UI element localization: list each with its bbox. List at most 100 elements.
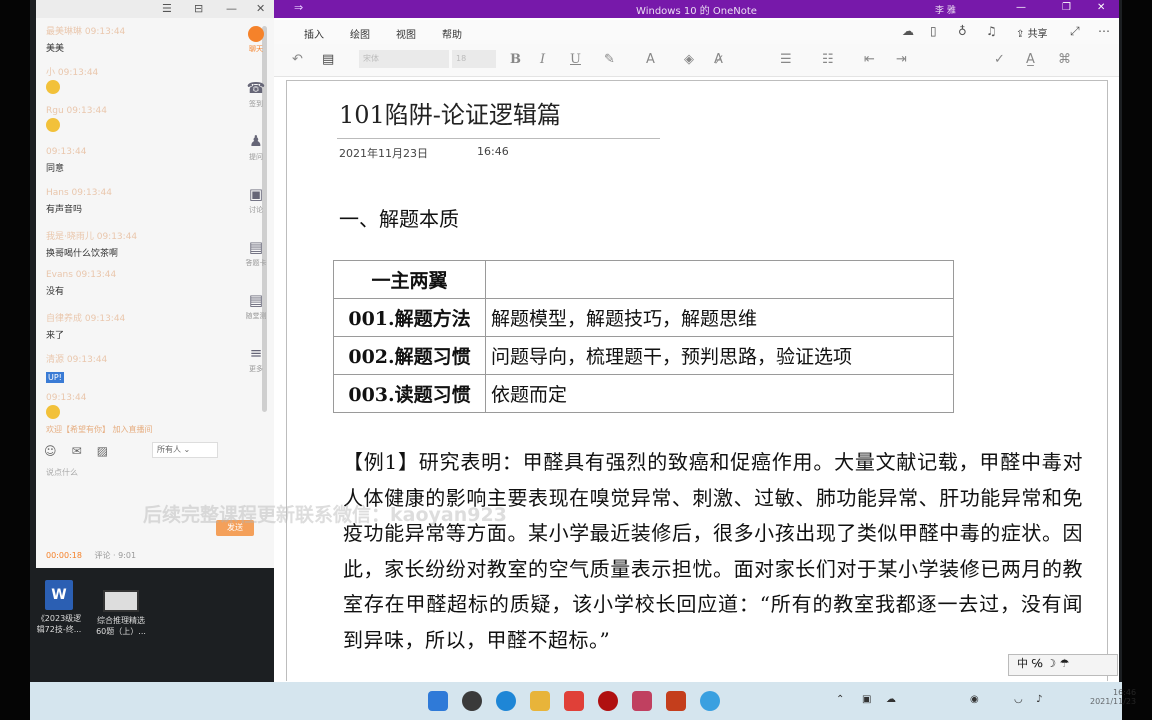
chat-message: Evans 09:13:44 没有 (46, 270, 226, 311)
rail-item[interactable]: ▤ 随堂测 (236, 291, 276, 338)
share-button[interactable]: ⇪ 共享 (1016, 25, 1048, 40)
expand-icon[interactable]: ⤢ (1070, 24, 1080, 39)
minimize-button[interactable]: — (1016, 2, 1026, 13)
bell-icon[interactable]: ♫ (986, 24, 997, 38)
undo-icon[interactable]: ↶ (292, 52, 303, 67)
chat-text: 同意 (46, 164, 65, 174)
edge-icon[interactable] (496, 691, 516, 711)
chat-text: 有声音吗 (46, 205, 83, 215)
tray-app-icon[interactable]: ▣ (862, 694, 871, 705)
tab-help[interactable]: 帮助 (442, 26, 462, 41)
rail-item[interactable]: ☎ 签到 (236, 79, 276, 126)
font-size-box[interactable]: 18 (452, 50, 496, 68)
tag-icon[interactable]: ✓ (994, 52, 1005, 67)
rail-item-label: 更多 (249, 365, 263, 373)
notebook-icon[interactable]: ▯ (930, 24, 937, 38)
close-button[interactable]: ✕ (1097, 2, 1105, 13)
image-icon[interactable]: ▨ (97, 444, 108, 458)
chat-input[interactable]: 说点什么 (46, 467, 78, 478)
clock[interactable]: 16:46 2021/11/23 (1090, 688, 1136, 706)
menu-icon[interactable]: ☰ (162, 2, 172, 15)
table-value-cell[interactable]: 解题模型，解题技巧，解题思维 (485, 298, 954, 337)
font-color-icon[interactable]: A (646, 52, 655, 67)
table-key-cell[interactable]: 002.解题习惯 (333, 336, 486, 375)
desktop-icon-video[interactable]: 综合推理精选 60题（上）... (84, 590, 158, 637)
watermark-text: 后续完整课程更新联系微信：kaoyan923 (143, 504, 507, 526)
rail-item[interactable]: ≡ 更多 (236, 344, 276, 391)
section-heading[interactable]: 一、解题本质 (339, 203, 459, 232)
table-value-cell[interactable]: 依题而定 (485, 374, 954, 413)
table-key-cell[interactable]: 003.读题习惯 (333, 374, 486, 413)
attach-icon[interactable]: ⌘ (1058, 52, 1071, 67)
bullet-list-icon[interactable]: ☰ (780, 52, 792, 67)
chat-sender: 最美琳琳 09:13:44 (46, 27, 126, 37)
tray-onedrive-icon[interactable]: ☁ (886, 694, 896, 705)
rail-item[interactable]: ▤ 答题卡 (236, 238, 276, 285)
ime-toolbar[interactable]: 中 ℅ ☽ ☂ (1008, 654, 1118, 676)
maximize-button[interactable]: ❐ (1062, 2, 1071, 13)
bold-icon[interactable]: B (510, 52, 521, 67)
phone-icon: ☎ (246, 79, 266, 97)
lightbulb-icon[interactable]: ♁ (958, 24, 967, 38)
summary-table[interactable]: 一主两翼 001.解题方法 解题模型，解题技巧，解题思维 002.解题习惯 问题导向，梳… (333, 260, 954, 413)
highlight-icon[interactable]: ✎ (604, 52, 615, 67)
paste-icon[interactable]: ▤ (322, 52, 334, 67)
user-name[interactable]: 李 雅 (935, 3, 956, 16)
more-options-icon[interactable]: ⋯ (1098, 24, 1110, 38)
window-title: Windows 10 的 OneNote (636, 6, 757, 17)
table-row: 一主两翼 (333, 260, 954, 299)
search-icon[interactable] (462, 691, 482, 711)
table-key-cell[interactable]: 001.解题方法 (333, 298, 486, 337)
chat-message: 清源 09:13:44 UP! (46, 352, 226, 393)
word-file-icon: W (45, 580, 73, 610)
underline-icon[interactable]: U (570, 52, 581, 67)
ribbon-toolbar: ↶ ▤ 宋体 18 B I U ✎ A ◈ A̷ ☰ ☷ ⇤ ⇥ ✓ A̲ ⌘ (274, 44, 1119, 77)
chat-message-list: 最美琳琳 09:13:44 美美小 09:13:44 Rgu 09:13:44 09:… (46, 24, 226, 434)
record-icon[interactable] (598, 691, 618, 711)
sync-icon[interactable]: ☁ (902, 24, 914, 38)
tab-view[interactable]: 视图 (396, 26, 416, 41)
table-value-cell[interactable] (485, 260, 954, 299)
chat-sender: Rgu 09:13:44 (46, 106, 107, 116)
live-timer: 00:00:18 (46, 551, 82, 560)
outdent-icon[interactable]: ⇤ (864, 52, 875, 67)
note-page[interactable]: 101陷阱-论证逻辑篇 2021年11月23日 16:46 一、解题本质 一主两… (286, 80, 1108, 681)
recipient-select[interactable]: 所有人 ⌄ (152, 442, 218, 458)
restore-icon[interactable]: ⊟ (194, 2, 203, 15)
emoji-sticker-icon (46, 80, 60, 94)
numbered-list-icon[interactable]: ☷ (822, 52, 834, 67)
tray-up-icon[interactable]: ⌃ (836, 694, 844, 705)
chat-sender: 09:13:44 (46, 393, 87, 403)
tray-app2-icon[interactable]: ◉ (970, 694, 979, 705)
volume-icon[interactable]: ♪ (1036, 694, 1042, 705)
start-icon[interactable] (428, 691, 448, 711)
tab-insert[interactable]: 插入 (304, 26, 324, 41)
media-icon[interactable] (632, 691, 652, 711)
minimize-icon[interactable]: — (226, 2, 237, 15)
office-icon[interactable] (666, 691, 686, 711)
spell-icon[interactable]: A̲ (1026, 52, 1035, 67)
rail-item[interactable]: ♟ 提问 (236, 132, 276, 179)
tab-draw[interactable]: 绘图 (350, 26, 370, 41)
emoji-icon[interactable]: ☺ (44, 444, 57, 458)
app-icon[interactable] (564, 691, 584, 711)
example-paragraph[interactable]: 【例1】研究表明：甲醛具有强烈的致癌和促癌作用。大量文献记载，甲醛中毒对人体健康… (343, 445, 1083, 658)
rail-item[interactable]: 聊天 (236, 26, 276, 73)
page-title[interactable]: 101陷阱-论证逻辑篇 (339, 95, 561, 130)
chat-sender: Hans 09:13:44 (46, 188, 112, 198)
table-value-cell[interactable]: 问题导向，梳理题干，预判思路，验证选项 (485, 336, 954, 375)
clear-format-icon[interactable]: A̷ (714, 52, 723, 67)
eraser-icon[interactable]: ◈ (684, 52, 694, 67)
comment-icon[interactable]: ✉ (72, 444, 82, 458)
italic-icon[interactable]: I (540, 52, 545, 67)
chat-message: 我是·晓雨儿 09:13:44 换哥喝什么饮茶啊 (46, 229, 226, 270)
wifi-icon[interactable]: ◡ (1014, 694, 1023, 705)
indent-icon[interactable]: ⇥ (896, 52, 907, 67)
file-explorer-icon[interactable] (530, 691, 550, 711)
table-key-cell[interactable]: 一主两翼 (333, 260, 486, 299)
close-icon[interactable]: ✕ (256, 2, 265, 15)
cloud-app-icon[interactable] (700, 691, 720, 711)
rail-item[interactable]: ▣ 讨论 (236, 185, 276, 232)
font-name-box[interactable]: 宋体 (359, 50, 449, 68)
chat-sender: 我是·晓雨儿 09:13:44 (46, 232, 138, 242)
